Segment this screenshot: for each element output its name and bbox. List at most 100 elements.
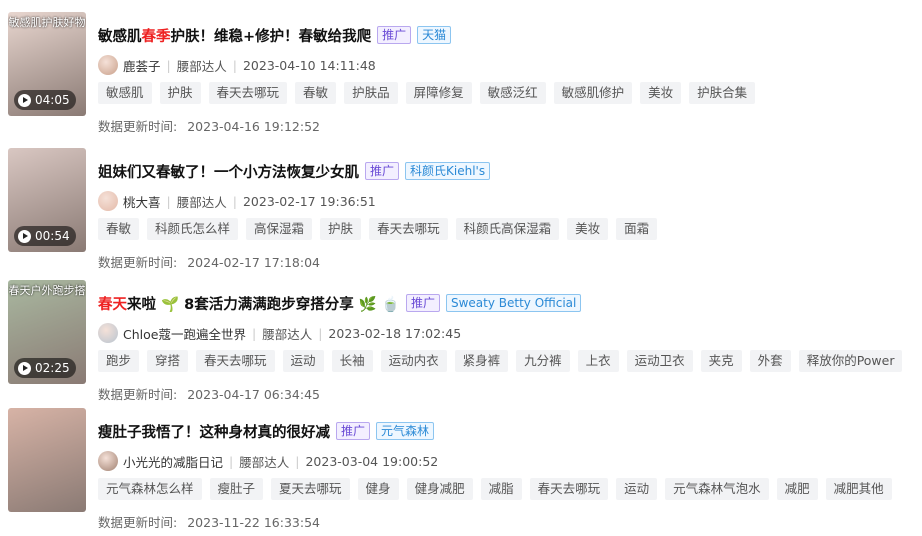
keyword-tag[interactable]: 跑步	[98, 350, 140, 372]
keyword-tag[interactable]: 美妆	[640, 82, 682, 104]
keyword-tags: 跑步 穿搭 春天去哪玩 运动 长袖 运动内衣 紧身裤 九分裤 上衣 运动卫衣 夹克 外套 释放你的Pow…	[98, 350, 903, 372]
keyword-tag[interactable]: 春天去哪玩	[208, 82, 288, 104]
author-name[interactable]: 鹿荟子	[123, 56, 161, 75]
video-thumbnail[interactable]: 00:54	[8, 148, 86, 252]
brand-badge[interactable]: 天猫	[417, 26, 452, 44]
video-thumbnail[interactable]: 敏感肌护肤好物 04:05	[8, 12, 86, 116]
title-row: 敏感肌春季护肤！维稳+修护！春敏给我爬 推广 天猫	[98, 24, 452, 46]
video-list-item[interactable]: 00:54 姐妹们又春敏了！一个小方法恢复少女肌 推广 科颜氏Kiehl's 桃大喜 | 腰…	[0, 148, 922, 276]
keyword-tag[interactable]: 释放你的Power	[798, 350, 903, 372]
video-list-item[interactable]: 春天户外跑步搭 02:25 春天来啦 🌱 8套活力满满跑步穿搭分享 🌿 🍵 推广 Swe…	[0, 280, 922, 408]
keyword-tag[interactable]: 护肤	[159, 82, 201, 104]
keyword-tag[interactable]: 健身	[357, 478, 399, 500]
avatar[interactable]	[98, 323, 118, 343]
keyword-tag[interactable]: 长袖	[331, 350, 373, 372]
video-title[interactable]: 春天来啦 🌱 8套活力满满跑步穿搭分享 🌿 🍵	[98, 293, 400, 314]
keyword-tag[interactable]: 春天去哪玩	[529, 478, 609, 500]
separator: |	[232, 57, 237, 73]
keyword-tag[interactable]: 面霜	[616, 218, 658, 240]
video-title[interactable]: 瘦肚子我悟了！这种身材真的很好减	[98, 421, 330, 442]
promo-badge: 推广	[336, 422, 371, 440]
keyword-tag[interactable]: 减脂	[480, 478, 522, 500]
video-title[interactable]: 敏感肌春季护肤！维稳+修护！春敏给我爬	[98, 25, 371, 46]
publish-time: 2023-02-17 19:36:51	[242, 193, 376, 209]
data-update-row: 数据更新时间: 2023-04-17 06:34:45	[98, 384, 320, 403]
keyword-tag[interactable]: 穿搭	[147, 350, 189, 372]
keyword-tag[interactable]: 运动内衣	[380, 350, 447, 372]
author-role: 腰部达人	[176, 194, 227, 210]
update-label: 数据更新时间:	[98, 387, 178, 402]
keyword-tag[interactable]: 护肤品	[344, 82, 398, 104]
keyword-tag[interactable]: 健身减肥	[406, 478, 473, 500]
keyword-tag[interactable]: 高保湿霜	[246, 218, 313, 240]
brand-badge[interactable]: 元气森林	[376, 422, 435, 440]
keyword-tag[interactable]: 敏感肌	[98, 82, 152, 104]
keyword-tag[interactable]: 春敏	[98, 218, 140, 240]
keyword-tag[interactable]: 九分裤	[516, 350, 570, 372]
video-thumbnail[interactable]	[8, 408, 86, 512]
keyword-tag[interactable]: 敏感肌修护	[553, 82, 633, 104]
keyword-tag[interactable]: 屏障修复	[405, 82, 472, 104]
keyword-tag[interactable]: 运动	[282, 350, 324, 372]
keyword-tags: 元气森林怎么样 瘦肚子 夏天去哪玩 健身 健身减肥 减脂 春天去哪玩 运动 元气森林气泡水 减肥减…	[98, 478, 892, 500]
duration-badge: 04:05	[14, 90, 76, 110]
author-name[interactable]: 小光光的减脂日记	[123, 452, 223, 471]
duration-badge: 00:54	[14, 226, 76, 246]
author-name[interactable]: Chloe蔻一跑遍全世界	[123, 324, 246, 343]
avatar[interactable]	[98, 191, 118, 211]
separator: |	[251, 325, 257, 341]
keyword-tag[interactable]: 春天去哪玩	[196, 350, 275, 372]
keyword-tag[interactable]: 元气森林气泡水	[665, 478, 769, 500]
keyword-tags: 春敏 科颜氏怎么样 高保湿霜 护肤 春天去哪玩 科颜氏高保湿霜 美妆 面霜	[98, 218, 658, 240]
keyword-tag[interactable]: 夹克	[700, 350, 742, 372]
title-row: 春天来啦 🌱 8套活力满满跑步穿搭分享 🌿 🍵 推广 Sweaty Betty Of…	[98, 292, 582, 314]
separator: |	[318, 325, 323, 341]
promo-badge: 推广	[377, 26, 412, 44]
duration-text: 04:05	[35, 93, 70, 107]
keyword-tag[interactable]: 敏感泛红	[479, 82, 546, 104]
brand-badge[interactable]: 科颜氏Kiehl's	[405, 162, 491, 180]
keyword-tag[interactable]: 夏天去哪玩	[271, 478, 350, 500]
video-title[interactable]: 姐妹们又春敏了！一个小方法恢复少女肌	[98, 161, 359, 182]
meta-row: Chloe蔻一跑遍全世界 | 腰部达人 | 2023-02-18 17:02:45	[98, 322, 461, 344]
update-time: 2023-04-16 19:12:52	[187, 119, 320, 134]
separator: |	[229, 453, 234, 469]
keyword-tag[interactable]: 护肤	[320, 218, 362, 240]
author-name[interactable]: 桃大喜	[123, 192, 161, 211]
keyword-tag[interactable]: 护肤合集	[689, 82, 756, 104]
keyword-tag[interactable]: 运动	[616, 478, 658, 500]
data-update-row: 数据更新时间: 2023-04-16 19:12:52	[98, 116, 320, 135]
video-list-item[interactable]: 敏感肌护肤好物 04:05 敏感肌春季护肤！维稳+修护！春敏给我爬 推广 天猫鹿荟子 | 腰…	[0, 12, 922, 140]
separator: |	[295, 453, 300, 469]
keyword-tag[interactable]: 美妆	[567, 218, 609, 240]
separator: |	[166, 57, 171, 73]
publish-time: 2023-02-18 17:02:45	[328, 325, 462, 341]
avatar[interactable]	[98, 55, 118, 75]
duration-badge: 02:25	[14, 358, 76, 378]
keyword-tag[interactable]: 瘦肚子	[209, 478, 264, 500]
keyword-tag[interactable]: 上衣	[577, 350, 619, 372]
promo-badge: 推广	[405, 294, 440, 312]
author-role: 腰部达人	[176, 58, 227, 74]
keyword-tag[interactable]: 减肥	[776, 478, 818, 500]
play-icon	[18, 229, 31, 243]
video-list-item[interactable]: 瘦肚子我悟了！这种身材真的很好减 推广 元气森林 小光光的减脂日记 | 腰部达人 | 2023…	[0, 408, 922, 536]
separator: |	[166, 193, 171, 209]
keyword-tag[interactable]: 外套	[749, 350, 791, 372]
separator: |	[232, 193, 237, 209]
video-thumbnail[interactable]: 春天户外跑步搭 02:25	[8, 280, 86, 384]
play-icon	[18, 361, 31, 375]
keyword-tag[interactable]: 运动卫衣	[626, 350, 693, 372]
meta-row: 桃大喜 | 腰部达人 | 2023-02-17 19:36:51	[98, 190, 376, 212]
keyword-tag[interactable]: 元气森林怎么样	[98, 478, 202, 500]
title-segment: 瘦肚子我悟了！这种身材真的很好减	[98, 424, 330, 441]
brand-badge[interactable]: Sweaty Betty Official	[445, 294, 582, 312]
keyword-tag[interactable]: 减肥其他	[825, 478, 892, 500]
keyword-tag[interactable]: 科颜氏高保湿霜	[455, 218, 560, 240]
keyword-tag[interactable]: 春敏	[295, 82, 337, 104]
keyword-tag[interactable]: 春天去哪玩	[369, 218, 448, 240]
update-label: 数据更新时间:	[98, 515, 178, 530]
avatar[interactable]	[98, 451, 118, 471]
keyword-tag[interactable]: 科颜氏怎么样	[147, 218, 239, 240]
keyword-tag[interactable]: 紧身裤	[454, 350, 509, 372]
